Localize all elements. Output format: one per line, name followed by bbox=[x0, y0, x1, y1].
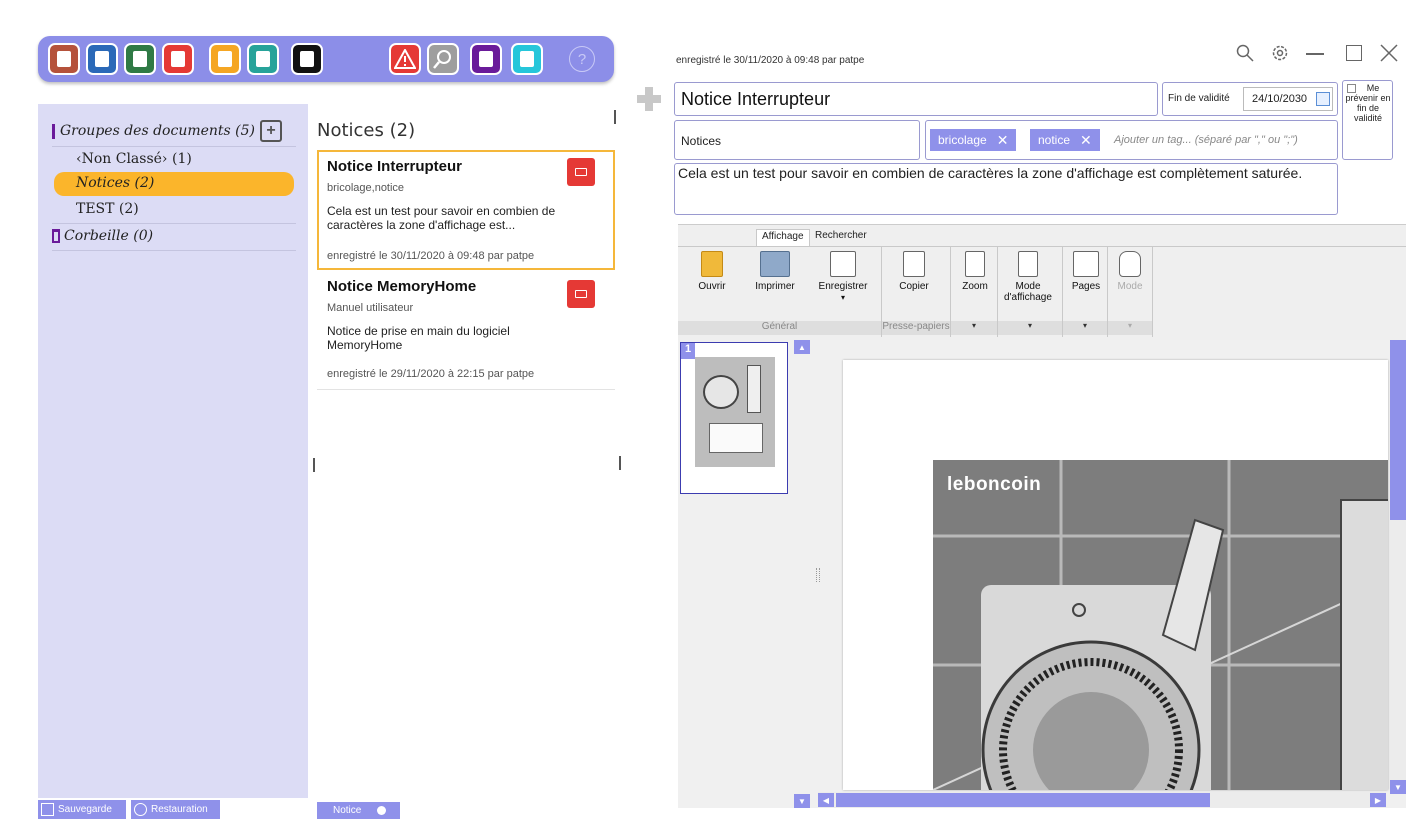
search-icon[interactable] bbox=[427, 43, 459, 75]
horizontal-scroll-thumb[interactable] bbox=[836, 793, 1210, 807]
tab-affichage[interactable]: Affichage bbox=[756, 229, 810, 246]
save-button[interactable]: Enregistrer ▾ bbox=[816, 251, 870, 303]
group-item-notices[interactable]: Notices (2) bbox=[54, 172, 294, 196]
copy-button[interactable]: Copier bbox=[896, 251, 932, 292]
title-field[interactable]: Notice Interrupteur bbox=[674, 82, 1158, 116]
search-icon[interactable] bbox=[1236, 44, 1254, 67]
horizontal-scrollbar[interactable]: ◀ ▶ bbox=[818, 792, 1386, 808]
zoom-button[interactable]: Zoom bbox=[958, 251, 992, 292]
floppy-icon bbox=[830, 251, 856, 277]
pages-dropdown[interactable]: ▾ bbox=[1063, 321, 1107, 335]
description-field[interactable]: Cela est un test pour savoir en combien … bbox=[674, 163, 1338, 215]
text-file-icon[interactable] bbox=[247, 43, 279, 75]
restore-button[interactable]: Restauration bbox=[131, 800, 220, 819]
trash-icon bbox=[52, 229, 60, 243]
document-viewer: 1 ▲ ▼ leboncoin ▼ ◀ ▶ bbox=[678, 340, 1406, 808]
splitter-handle[interactable] bbox=[313, 458, 315, 472]
pdf-icon[interactable] bbox=[162, 43, 194, 75]
tag-chip-notice[interactable]: notice ✕ bbox=[1030, 129, 1100, 151]
splitter-handle[interactable] bbox=[619, 456, 621, 470]
close-icon[interactable] bbox=[1380, 44, 1398, 67]
tag-chip-bricolage[interactable]: bricolage ✕ bbox=[930, 129, 1017, 151]
main-toolbar: ? bbox=[38, 36, 614, 82]
page-icon bbox=[1018, 251, 1038, 277]
page-thumbnail[interactable]: 1 bbox=[680, 342, 788, 494]
notice-card-interrupteur[interactable]: Notice Interrupteur bricolage,notice Cel… bbox=[317, 150, 615, 270]
book-icon[interactable] bbox=[291, 43, 323, 75]
validity-date-input[interactable]: 24/10/2030 bbox=[1243, 87, 1333, 111]
remove-tag-icon[interactable]: ✕ bbox=[1080, 132, 1092, 149]
backup-button[interactable]: Sauvegarde bbox=[38, 800, 126, 819]
open-button[interactable]: Ouvrir bbox=[694, 251, 730, 292]
display-mode-button[interactable]: Mode d'affichage bbox=[1000, 251, 1056, 303]
tab-rechercher[interactable]: Rechercher bbox=[810, 229, 872, 246]
scroll-right-icon[interactable]: ▶ bbox=[1370, 793, 1386, 807]
calculator-icon[interactable] bbox=[511, 43, 543, 75]
group-field[interactable]: Notices bbox=[674, 120, 920, 160]
remove-tag-icon[interactable]: ✕ bbox=[997, 132, 1009, 149]
printer-icon bbox=[760, 251, 790, 277]
document-page: leboncoin bbox=[843, 360, 1388, 790]
pages-icon bbox=[1073, 251, 1099, 277]
notices-list: Notices (2) Notice Interrupteur bricolag… bbox=[311, 104, 621, 798]
groups-panel: Groupes des documents (5) + ‹Non Classé›… bbox=[38, 104, 308, 798]
settings-icon[interactable] bbox=[1271, 44, 1289, 67]
splitter-handle[interactable] bbox=[816, 568, 820, 582]
mode-button[interactable]: Mode bbox=[1114, 251, 1146, 292]
hand-icon bbox=[1119, 251, 1141, 277]
watermark-logo: leboncoin bbox=[947, 474, 1042, 495]
thumb-scroll-down-icon[interactable]: ▼ bbox=[794, 794, 810, 808]
page-photo: leboncoin bbox=[933, 460, 1388, 790]
notice-button[interactable]: Notice bbox=[317, 802, 400, 819]
thumbnail-image bbox=[695, 357, 775, 467]
add-group-icon[interactable]: + bbox=[260, 120, 282, 142]
vertical-scroll-thumb[interactable] bbox=[1390, 340, 1406, 520]
display-dropdown[interactable]: ▾ bbox=[998, 321, 1062, 335]
calendar-icon[interactable] bbox=[1316, 92, 1330, 106]
vertical-scrollbar[interactable] bbox=[1390, 340, 1406, 780]
restore-icon bbox=[134, 803, 147, 816]
minimize-icon[interactable] bbox=[1306, 53, 1324, 55]
maximize-icon[interactable] bbox=[1346, 45, 1362, 61]
group-marker-icon bbox=[52, 124, 55, 139]
group-item-non-classe[interactable]: ‹Non Classé› (1) bbox=[38, 148, 296, 172]
group-item-trash[interactable]: Corbeille (0) bbox=[38, 225, 296, 249]
notify-box: Me prévenir en fin de validité bbox=[1342, 80, 1393, 160]
print-button[interactable]: Imprimer bbox=[752, 251, 798, 292]
folder-icon bbox=[701, 251, 723, 277]
move-handle-icon[interactable] bbox=[636, 86, 662, 112]
document-icon[interactable] bbox=[86, 43, 118, 75]
viewer-ribbon: Affichage Rechercher Ouvrir Imprimer Enr… bbox=[678, 224, 1406, 340]
mode-dropdown[interactable]: ▾ bbox=[1108, 321, 1152, 335]
splitter-handle[interactable] bbox=[614, 110, 616, 124]
page-icon bbox=[965, 251, 985, 277]
hourglass-icon[interactable] bbox=[48, 43, 80, 75]
pdf-icon bbox=[567, 158, 595, 186]
thumb-scroll-up-icon[interactable]: ▲ bbox=[794, 340, 810, 354]
validity-box: Fin de validité 24/10/2030 bbox=[1162, 82, 1338, 116]
copy-icon bbox=[903, 251, 925, 277]
save-icon bbox=[41, 803, 54, 816]
warning-icon[interactable] bbox=[389, 43, 421, 75]
group-item-test[interactable]: TEST (2) bbox=[38, 198, 296, 222]
list-title: Notices (2) bbox=[317, 120, 416, 141]
clipboard-icon[interactable] bbox=[470, 43, 502, 75]
groups-header: Groupes des documents (5) bbox=[60, 123, 256, 139]
tag-input-placeholder[interactable]: Ajouter un tag... (séparé par "," ou ";"… bbox=[1114, 134, 1298, 146]
scroll-left-icon[interactable]: ◀ bbox=[818, 793, 834, 807]
scroll-down-icon[interactable]: ▼ bbox=[1390, 780, 1406, 794]
tags-field[interactable]: bricolage ✕ notice ✕ Ajouter un tag... (sé… bbox=[925, 120, 1338, 160]
pages-button[interactable]: Pages bbox=[1068, 251, 1104, 292]
notice-card-memoryhome[interactable]: Notice MemoryHome Manuel utilisateur Not… bbox=[317, 272, 615, 390]
spreadsheet-icon[interactable] bbox=[124, 43, 156, 75]
info-icon bbox=[377, 806, 387, 815]
help-icon[interactable]: ? bbox=[569, 46, 595, 72]
detail-meta: enregistré le 30/11/2020 à 09:48 par pat… bbox=[676, 55, 865, 66]
image-icon[interactable] bbox=[209, 43, 241, 75]
pdf-icon bbox=[567, 280, 595, 308]
zoom-dropdown[interactable]: ▾ bbox=[951, 321, 997, 335]
